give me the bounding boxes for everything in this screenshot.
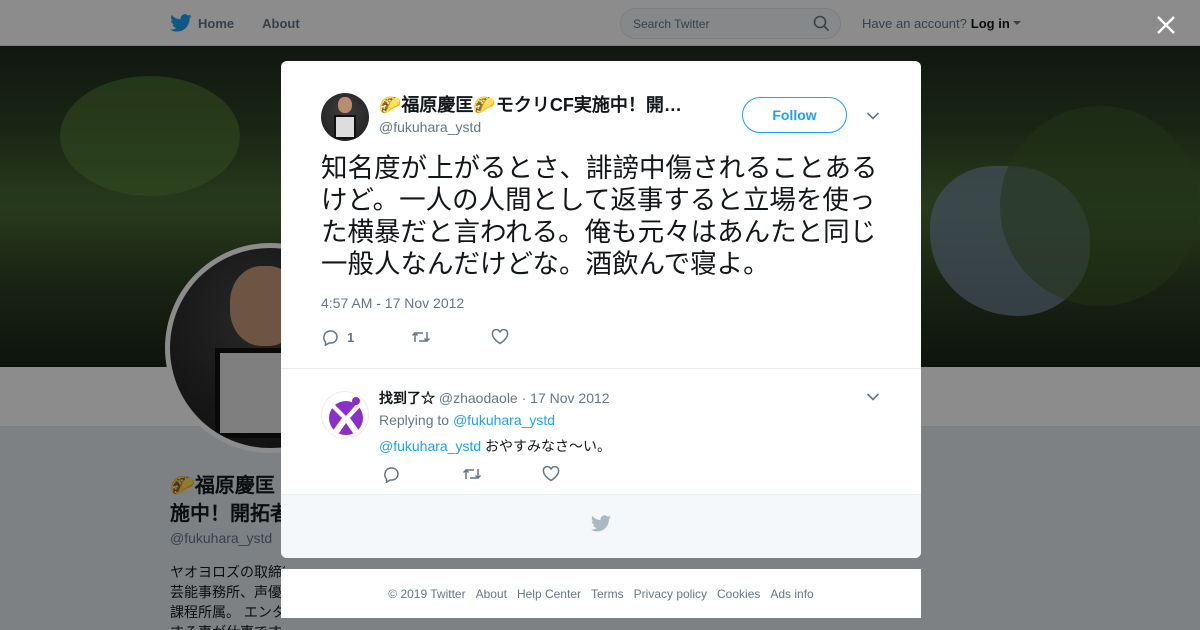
reply-actions [382,465,560,483]
tweet-author-handle[interactable]: @fukuhara_ystd [379,119,481,135]
footer-link-ads-info[interactable]: Ads info [770,587,813,601]
reply-header: 找到了☆ @zhaodaole · 17 Nov 2012 [379,388,610,408]
tweet-author-avatar[interactable] [321,93,369,141]
like-action[interactable] [491,329,509,345]
replying-to: Replying to @fukuhara_ystd [379,412,555,428]
reply-action[interactable] [382,465,462,483]
page-footer: © 2019 Twitter About Help Center Terms P… [281,569,921,618]
retweet-icon [462,468,482,480]
footer-copyright: © 2019 Twitter [388,586,466,601]
follow-button[interactable]: Follow [742,97,847,133]
like-icon [491,329,509,345]
chevron-down-icon[interactable] [866,392,880,402]
replying-to-label: Replying to [379,412,450,428]
like-icon [542,466,560,482]
reply-author-avatar[interactable] [321,391,369,439]
avatar-face [338,97,352,113]
reply-action[interactable]: 1 [321,328,411,346]
like-action[interactable] [542,466,560,482]
chevron-down-icon[interactable] [866,111,880,121]
footer-link-privacy[interactable]: Privacy policy [634,587,707,601]
reply-count: 1 [347,329,355,345]
reply-text: @fukuhara_ystd おやすみなさ～い。 [379,436,611,456]
footer-link-terms[interactable]: Terms [591,587,624,601]
tweet-author-name[interactable]: 🌮福原慶匡🌮モクリCF実施中！開拓者 [379,94,691,116]
retweet-icon [411,331,431,343]
modal-footer [281,494,921,558]
footer-link-help-center[interactable]: Help Center [517,587,581,601]
tweet-modal: 🌮福原慶匡🌮モクリCF実施中！開拓者 @fukuhara_ystd Follow… [281,61,921,558]
tweet-text: 知名度が上がるとさ、誹謗中傷されることあるけど。一人の人間として返事すると立場を… [321,153,878,279]
replying-to-handle[interactable]: @fukuhara_ystd [453,412,555,428]
reply-body: おやすみなさ～い。 [485,438,612,454]
twitter-bird-icon [591,515,611,532]
reply-icon [323,330,338,346]
tweet-timestamp[interactable]: 4:57 AM - 17 Nov 2012 [321,295,464,311]
avatar-portrait-frame [334,115,356,139]
retweet-action[interactable] [411,329,491,345]
retweet-action[interactable] [462,466,542,482]
reply-avatar-graphic [329,397,363,435]
footer-link-cookies[interactable]: Cookies [717,587,760,601]
reply-date[interactable]: · 17 Nov 2012 [522,390,610,406]
reply-author-handle[interactable]: @zhaodaole [439,390,518,406]
tweet-divider [281,368,921,369]
tweet-actions: 1 [321,327,509,347]
close-icon[interactable] [1153,12,1179,38]
footer-link-about[interactable]: About [476,587,507,601]
reply-icon [384,467,399,483]
reply-mention[interactable]: @fukuhara_ystd [379,438,481,454]
reply-author-name[interactable]: 找到了☆ [379,390,435,406]
